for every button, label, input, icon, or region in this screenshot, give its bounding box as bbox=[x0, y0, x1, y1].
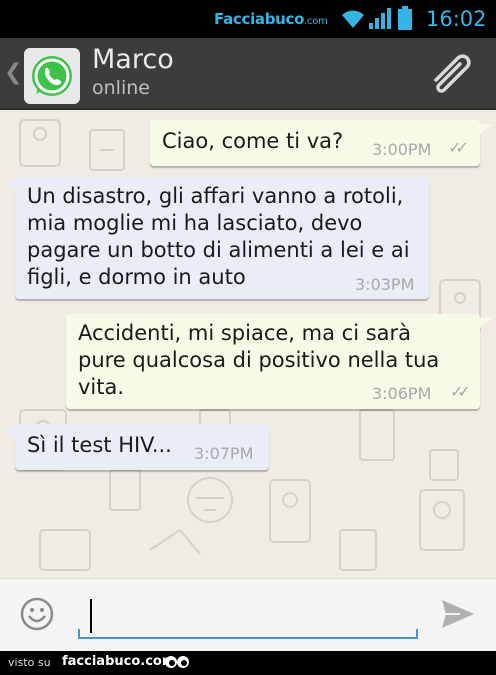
message-outgoing[interactable]: Ciao, come ti va? 3:00PM ✓✓ bbox=[150, 120, 480, 166]
text-caret bbox=[90, 599, 92, 633]
eyes-icon bbox=[165, 656, 189, 668]
footer-watermark: visto su facciabuco.com bbox=[0, 651, 496, 675]
contact-name: Marco bbox=[92, 44, 174, 75]
chat-header: ❮ Marco online bbox=[0, 38, 496, 110]
contact-status: online bbox=[92, 77, 150, 99]
wifi-icon bbox=[342, 10, 364, 28]
message-line: pagare un botto di alimenti a lei e ai bbox=[27, 238, 410, 262]
message-line: mia moglie mi ha lasciato, devo bbox=[27, 211, 363, 235]
message-time: 3:07PM bbox=[194, 444, 254, 463]
message-line: pure qualcosa di positivo nella tua bbox=[78, 348, 440, 372]
double-check-icon: ✓✓ bbox=[448, 138, 469, 157]
status-bar: Facciabuco.com 16:02 bbox=[0, 0, 496, 38]
message-input[interactable] bbox=[78, 595, 418, 639]
message-incoming[interactable]: Un disastro, gli affari vanno a rotoli, … bbox=[15, 177, 429, 299]
whatsapp-icon[interactable] bbox=[24, 48, 80, 104]
send-icon[interactable] bbox=[440, 597, 476, 631]
message-text: Ciao, come ti va? bbox=[162, 129, 344, 153]
status-clock: 16:02 bbox=[426, 7, 487, 31]
message-incoming[interactable]: Sì il test HIV... 3:07PM bbox=[15, 424, 269, 470]
bubble-tail bbox=[3, 428, 15, 438]
bubble-tail bbox=[480, 318, 492, 328]
smiley-icon[interactable] bbox=[20, 597, 54, 631]
bubble-tail bbox=[3, 181, 15, 191]
message-text: Sì il test HIV... bbox=[27, 433, 172, 457]
double-check-icon: ✓✓ bbox=[450, 382, 471, 401]
message-time: 3:00PM bbox=[372, 140, 432, 159]
footer-site: facciabuco.com bbox=[62, 654, 176, 669]
message-time: 3:03PM bbox=[355, 275, 415, 294]
footer-visto: visto su bbox=[8, 656, 51, 669]
status-brand: Facciabuco.com bbox=[214, 10, 328, 28]
signal-icon bbox=[369, 8, 391, 29]
chat-area[interactable]: Ciao, come ti va? 3:00PM ✓✓ Un disastro,… bbox=[0, 110, 496, 578]
chevron-left-icon[interactable]: ❮ bbox=[4, 60, 22, 85]
message-time: 3:06PM bbox=[372, 384, 432, 403]
battery-icon bbox=[398, 6, 412, 30]
message-line: Accidenti, mi spiace, ma ci sarà bbox=[78, 321, 412, 345]
message-composer bbox=[0, 578, 496, 651]
message-outgoing[interactable]: Accidenti, mi spiace, ma ci sarà pure qu… bbox=[66, 314, 480, 409]
paperclip-icon[interactable] bbox=[428, 54, 476, 94]
message-line: Un disastro, gli affari vanno a rotoli, bbox=[27, 184, 404, 208]
bubble-tail bbox=[480, 124, 492, 134]
